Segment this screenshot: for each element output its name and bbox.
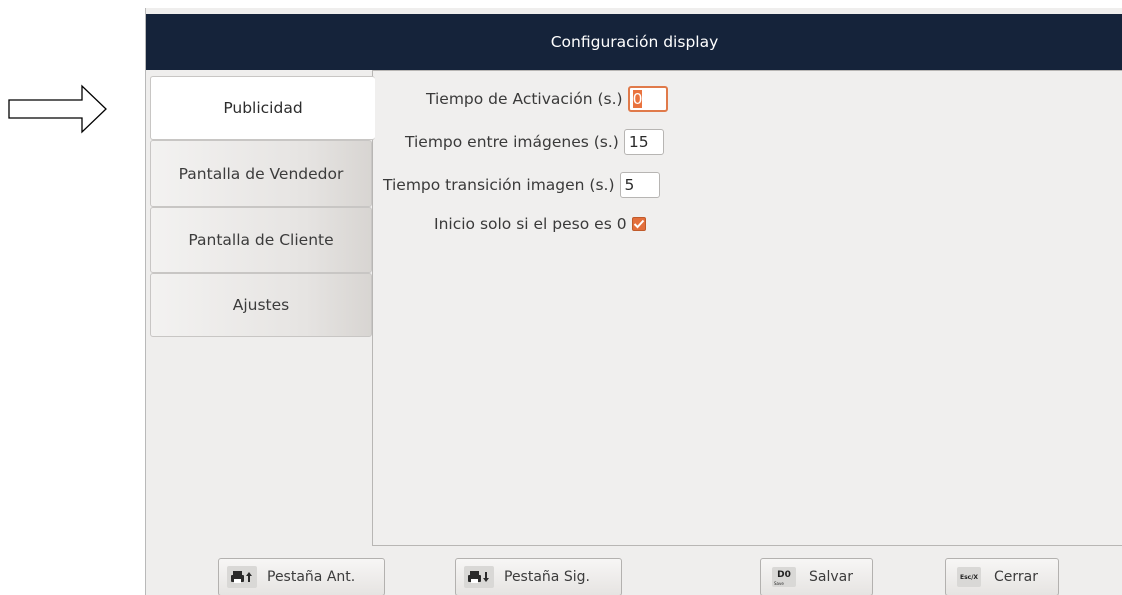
next-tab-label: Pestaña Sig. [504,569,590,585]
checkmark-icon [633,219,644,229]
image-transition-time-input[interactable]: 5 [619,172,660,198]
activation-time-row: Tiempo de Activación (s.) 0 [426,84,668,114]
close-label: Cerrar [994,569,1038,585]
next-tab-button[interactable]: Pestaña Sig. [455,558,622,595]
time-between-images-row: Tiempo entre imágenes (s.) 15 [405,127,664,157]
image-transition-time-row: Tiempo transición imagen (s.) 5 [383,170,660,200]
save-key-label: D0 [777,570,791,580]
save-key-icon: D0 Save [769,565,799,589]
pointer-arrow-icon [8,84,107,134]
time-between-images-input[interactable]: 15 [623,129,664,155]
display-config-window: Configuración display Publicidad Pantall… [145,8,1122,595]
save-key-sublabel: Save [774,581,784,586]
time-between-images-label: Tiempo entre imágenes (s.) [405,133,619,151]
start-only-if-zero-weight-row: Inicio solo si el peso es 0 [434,209,646,239]
prev-tab-label: Pestaña Ant. [267,569,356,585]
tab-pantalla-cliente[interactable]: Pantalla de Cliente [150,207,372,273]
printer-down-icon [464,565,494,589]
image-transition-time-value: 5 [624,176,635,194]
close-key-label: Esc/X [959,573,979,581]
tab-content-publicidad: Tiempo de Activación (s.) 0 Tiempo entre… [372,70,1122,546]
tab-pantalla-vendedor[interactable]: Pantalla de Vendedor [150,140,372,207]
save-label: Salvar [809,569,853,585]
activation-time-input[interactable]: 0 [627,86,668,112]
activation-time-label: Tiempo de Activación (s.) [426,90,623,108]
printer-up-icon [227,565,257,589]
activation-time-value: 0 [632,90,643,108]
tab-publicidad[interactable]: Publicidad [150,76,375,140]
tab-ajustes[interactable]: Ajustes [150,273,372,337]
window-title: Configuración display [146,14,1122,70]
save-button[interactable]: D0 Save Salvar [760,558,873,595]
close-button[interactable]: Esc/X Cerrar [945,558,1059,595]
start-only-if-zero-weight-label: Inicio solo si el peso es 0 [434,215,627,233]
start-only-if-zero-weight-checkbox[interactable] [631,217,646,231]
time-between-images-value: 15 [628,133,649,151]
escape-key-icon: Esc/X [954,565,984,589]
image-transition-time-label: Tiempo transición imagen (s.) [383,176,615,194]
prev-tab-button[interactable]: Pestaña Ant. [218,558,385,595]
footer-toolbar: Pestaña Ant. Pestaña Sig. D0 Save Salvar… [146,546,1122,595]
